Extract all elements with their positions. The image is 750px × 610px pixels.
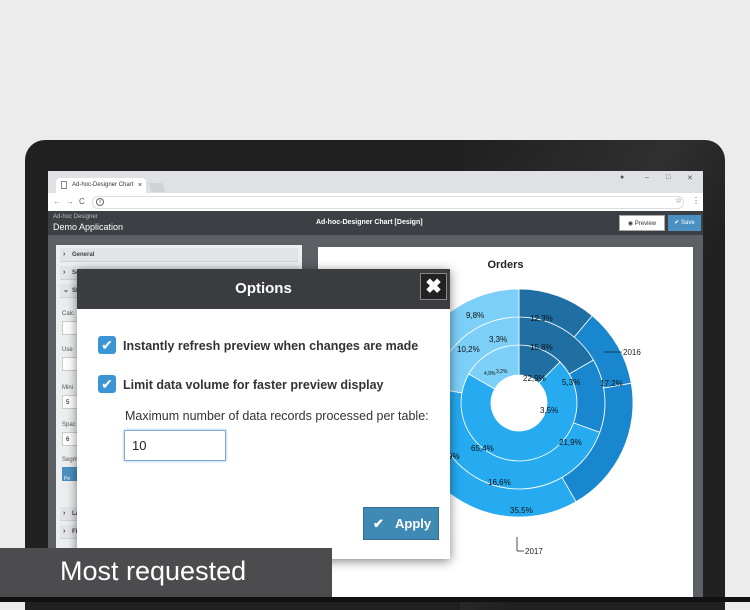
chevron-right-icon: › (63, 528, 66, 535)
chevron-right-icon: › (63, 251, 66, 258)
limit-checkbox[interactable]: ✔ (98, 375, 116, 393)
field-label: Calc (62, 311, 75, 317)
new-tab-button[interactable] (148, 183, 166, 192)
forward-icon[interactable]: → (66, 197, 74, 206)
segment-label: 15,8% (530, 343, 553, 352)
max-records-input[interactable]: 10 (124, 430, 226, 461)
field-label: Use (62, 347, 73, 353)
document-icon (61, 181, 67, 189)
app-name: Demo Application (53, 222, 124, 232)
segment-label: 35,5% (510, 506, 533, 515)
close-icon[interactable]: ✖ (420, 273, 447, 300)
segment-label: 22,9% (523, 374, 546, 383)
max-records-label: Maximum number of data records processed… (125, 409, 429, 423)
close-window-icon[interactable]: ✕ (687, 174, 693, 182)
apply-label: Apply (395, 516, 432, 531)
section-general[interactable]: › General (60, 248, 298, 262)
segment-label: 3,5% (540, 406, 558, 415)
segment-label: 10,2% (457, 345, 480, 354)
segment-label: 65,4% (471, 444, 494, 453)
star-icon[interactable]: ☆ (675, 196, 682, 205)
field-label: Mini (62, 385, 74, 391)
save-button[interactable]: ✔ Save (668, 215, 701, 231)
segment-label: 21,9% (559, 438, 582, 447)
back-icon[interactable]: ← (53, 197, 61, 206)
browser-tab[interactable]: Ad-hoc-Designer Chart × (56, 178, 146, 193)
refresh-option-label[interactable]: Instantly refresh preview when changes a… (123, 339, 418, 353)
segment-label: 3,3% (489, 335, 507, 344)
preview-label: Preview (634, 221, 657, 227)
check-icon: ✔ (373, 516, 384, 531)
refresh-checkbox[interactable]: ✔ (98, 336, 116, 354)
url-field[interactable]: i (92, 196, 684, 209)
reload-icon[interactable]: C (79, 197, 85, 206)
bottom-edge (0, 597, 750, 602)
preview-button[interactable]: ◉ Preview (619, 215, 665, 231)
year-label-2017: 2017 (525, 547, 543, 556)
segment-label: 9,8% (466, 311, 484, 320)
segment-label: 5,3% (562, 378, 580, 387)
field-label: Segm (62, 457, 78, 463)
apply-button[interactable]: ✔ Apply (363, 507, 439, 540)
browser-tabbar: Ad-hoc-Designer Chart × ● – □ ✕ (48, 171, 703, 193)
banner-text: Most requested (60, 556, 247, 586)
maximize-icon[interactable]: □ (666, 174, 670, 181)
minimize-icon[interactable]: – (645, 174, 649, 181)
chevron-right-icon: › (63, 269, 66, 276)
year-label-2016: 2016 (623, 348, 641, 357)
segment-label: 16,6% (488, 478, 511, 487)
segment-label: 4,9% (484, 371, 496, 377)
limit-option-label[interactable]: Limit data volume for faster preview dis… (123, 378, 384, 392)
save-label: Save (681, 220, 695, 226)
page-title: Ad-hoc-Designer Chart [Design] (316, 219, 423, 226)
segment-label: 12,3% (530, 314, 553, 323)
info-icon[interactable]: i (96, 198, 104, 206)
dialog-header: Options ✖ (77, 269, 450, 309)
chevron-down-icon: ⌄ (63, 287, 69, 294)
app-header: Ad-hoc Designer Demo Application Ad-hoc-… (48, 211, 703, 235)
segment-label: 3,2% (496, 369, 508, 375)
tab-close-icon[interactable]: × (138, 178, 142, 193)
segment-button-label: Pe (64, 476, 71, 482)
address-bar: ← → C i ☆ ⋮ (48, 193, 703, 212)
menu-icon[interactable]: ⋮ (692, 196, 700, 205)
chevron-right-icon: › (63, 510, 66, 517)
promo-banner: Most requested (0, 548, 332, 597)
segment-label: 17,2% (600, 379, 623, 388)
dialog-title: Options (235, 280, 292, 297)
tab-title: Ad-hoc-Designer Chart (72, 182, 134, 188)
section-label: General (72, 252, 95, 258)
field-label: Spac (62, 422, 76, 428)
app-subtitle: Ad-hoc Designer (53, 214, 98, 220)
options-dialog: Options ✖ ✔ Instantly refresh preview wh… (77, 269, 450, 559)
profile-icon[interactable]: ● (620, 174, 624, 181)
